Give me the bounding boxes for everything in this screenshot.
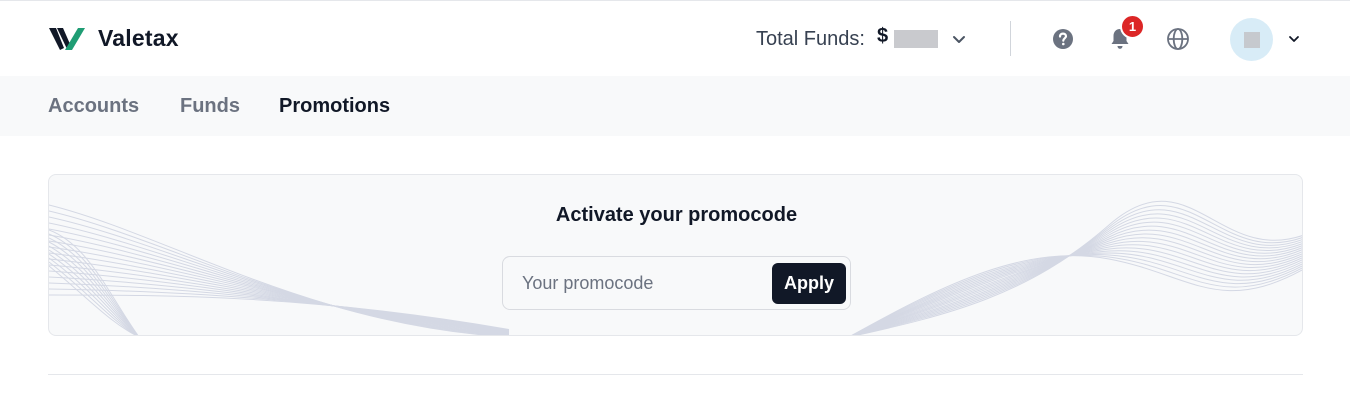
chevron-down-icon[interactable]	[1288, 33, 1300, 45]
globe-icon	[1167, 28, 1189, 50]
apply-button[interactable]: Apply	[772, 263, 846, 304]
nav-item-funds[interactable]: Funds	[180, 95, 240, 118]
notification-badge: 1	[1120, 14, 1145, 39]
nav-item-promotions[interactable]: Promotions	[279, 95, 390, 118]
help-circle-icon	[1053, 29, 1073, 49]
total-funds: Total Funds: $	[756, 25, 966, 53]
promocode-card: Activate your promocode Apply	[48, 174, 1303, 336]
chevron-down-icon[interactable]	[952, 32, 966, 46]
promocode-input[interactable]	[504, 258, 766, 308]
nav-item-accounts[interactable]: Accounts	[48, 95, 139, 118]
language-button[interactable]	[1164, 25, 1192, 53]
main-nav: Accounts Funds Promotions	[0, 76, 1350, 136]
funds-amount-hidden	[894, 30, 939, 48]
funds-currency: $	[876, 24, 889, 47]
user-avatar[interactable]	[1230, 18, 1273, 61]
brand-logo[interactable]: Valetax	[48, 25, 179, 52]
section-divider	[48, 374, 1303, 375]
promocode-title: Activate your promocode	[555, 204, 798, 226]
help-button[interactable]	[1049, 25, 1077, 53]
avatar-image	[1243, 31, 1260, 48]
header-divider	[1010, 21, 1011, 56]
valetax-logo-icon	[49, 27, 85, 50]
promocode-form: Apply	[502, 256, 851, 310]
app-header: Valetax Total Funds: $ 1	[0, 1, 1350, 76]
brand-name: Valetax	[98, 25, 179, 51]
total-funds-label: Total Funds:	[756, 27, 865, 50]
